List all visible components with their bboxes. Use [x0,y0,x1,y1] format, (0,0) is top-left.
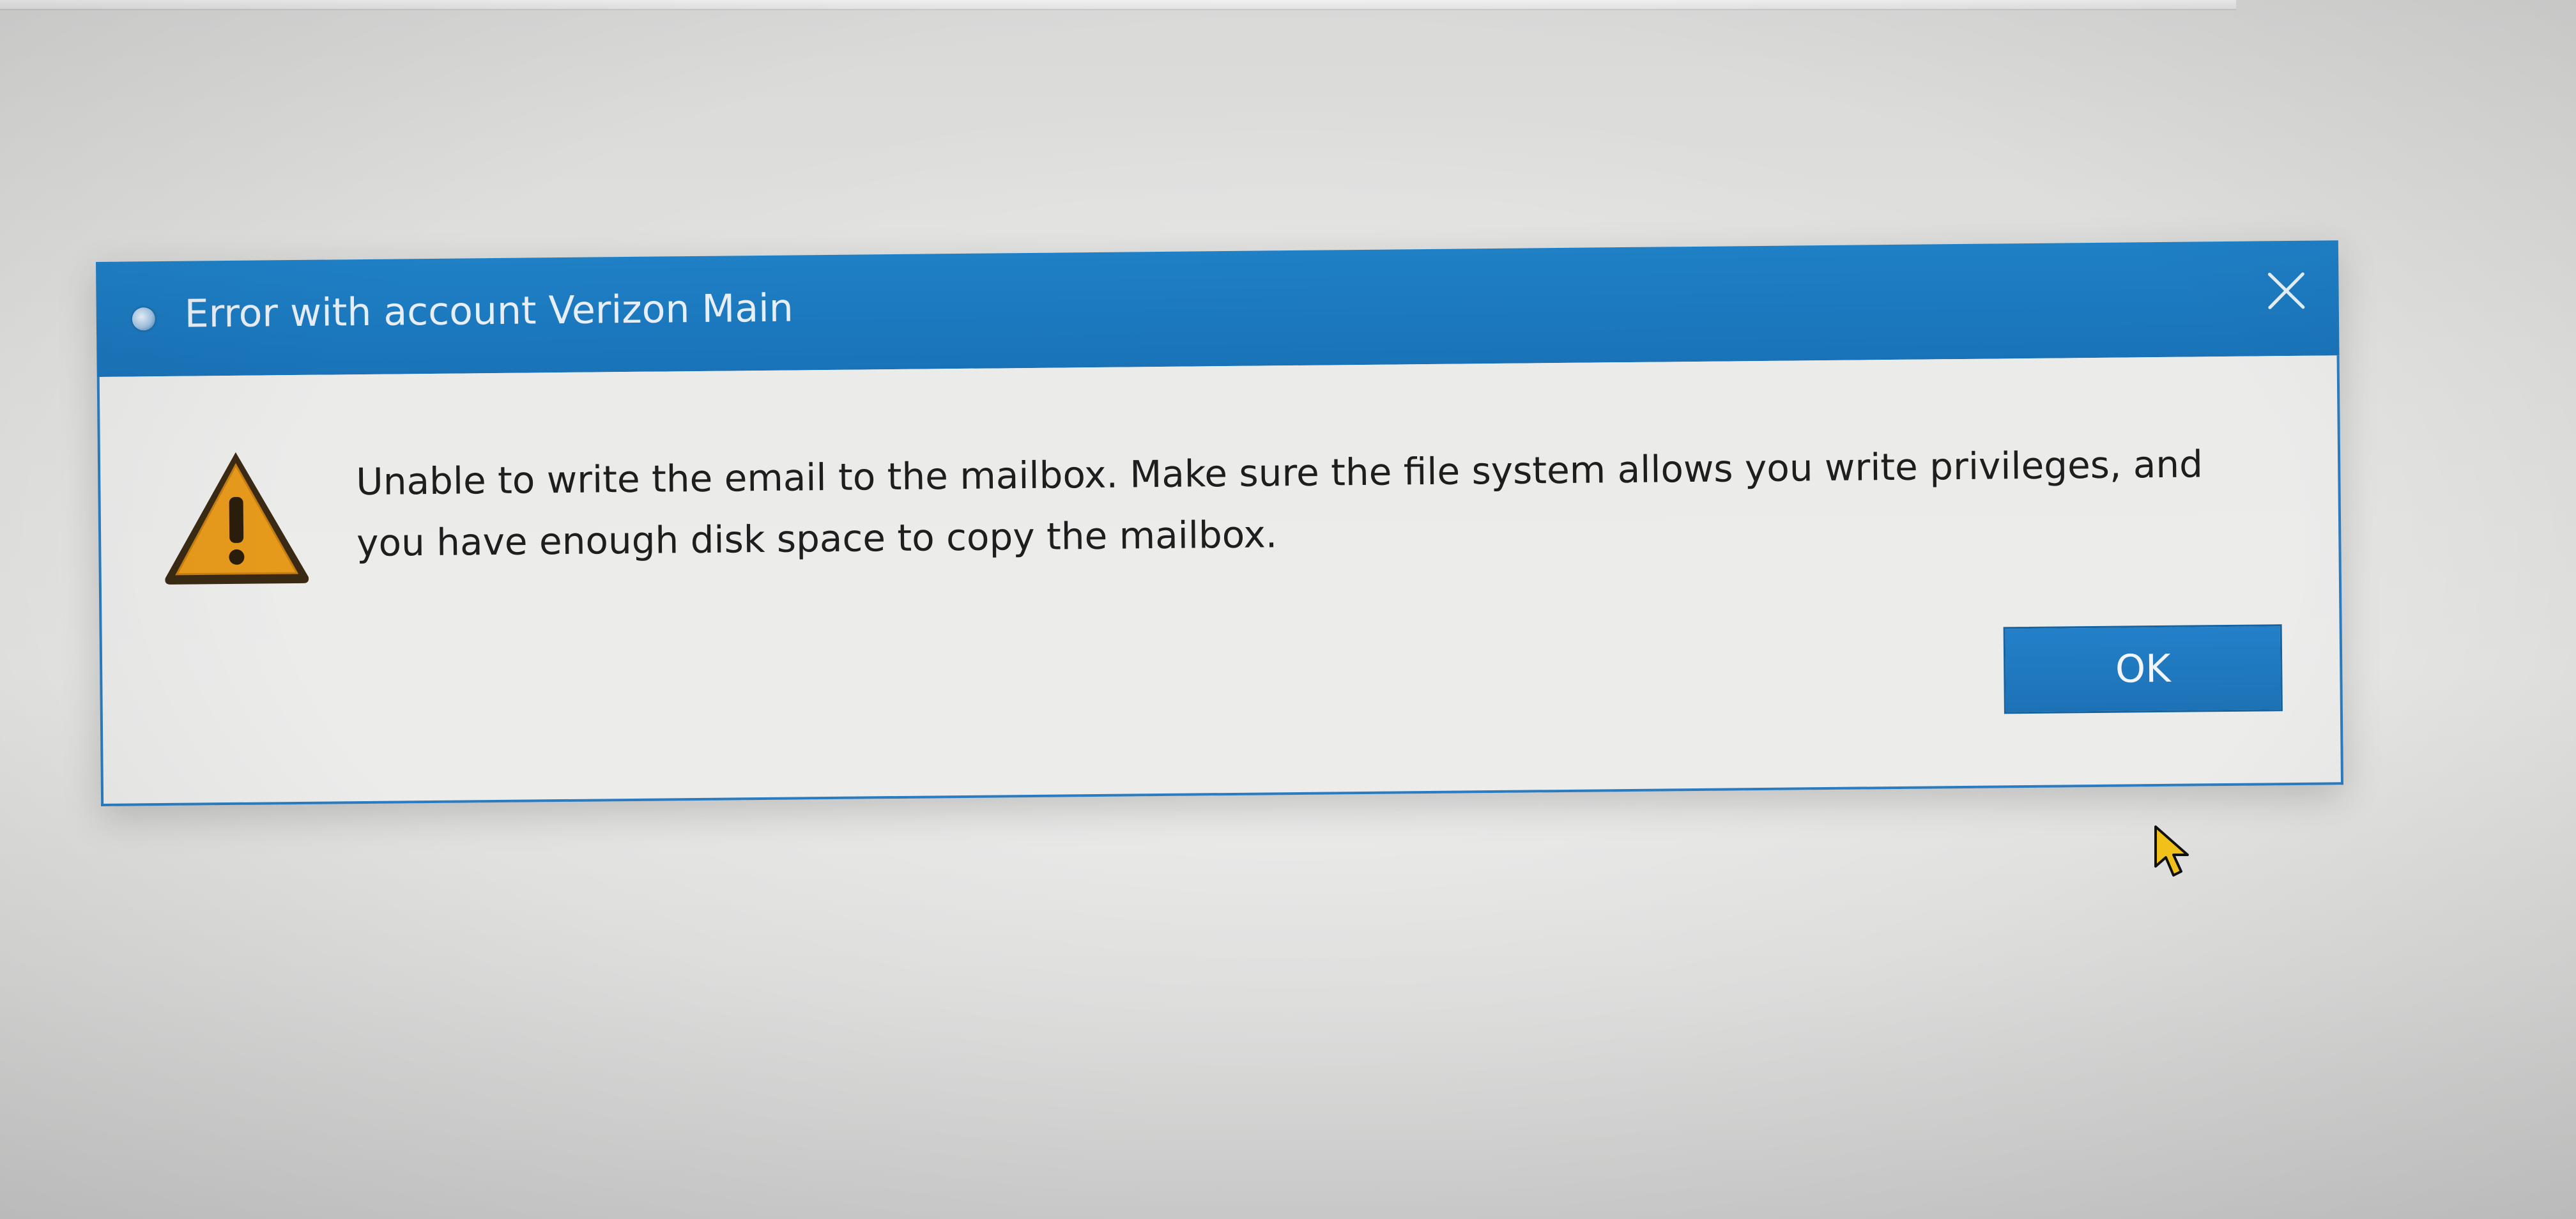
error-dialog: Error with account Verizon Main Unable t… [96,240,2344,806]
dialog-title: Error with account Verizon Main [184,286,794,337]
dialog-titlebar[interactable]: Error with account Verizon Main [96,240,2340,377]
dialog-body: Unable to write the email to the mailbox… [96,355,2344,806]
warning-icon [158,445,315,591]
error-message: Unable to write the email to the mailbox… [355,442,2204,565]
ok-button[interactable]: OK [2003,624,2283,714]
background-window-edge [0,0,2236,10]
close-button[interactable] [2259,264,2313,318]
close-icon [2267,272,2305,309]
app-icon [132,307,156,331]
mouse-cursor-icon [2153,824,2193,878]
